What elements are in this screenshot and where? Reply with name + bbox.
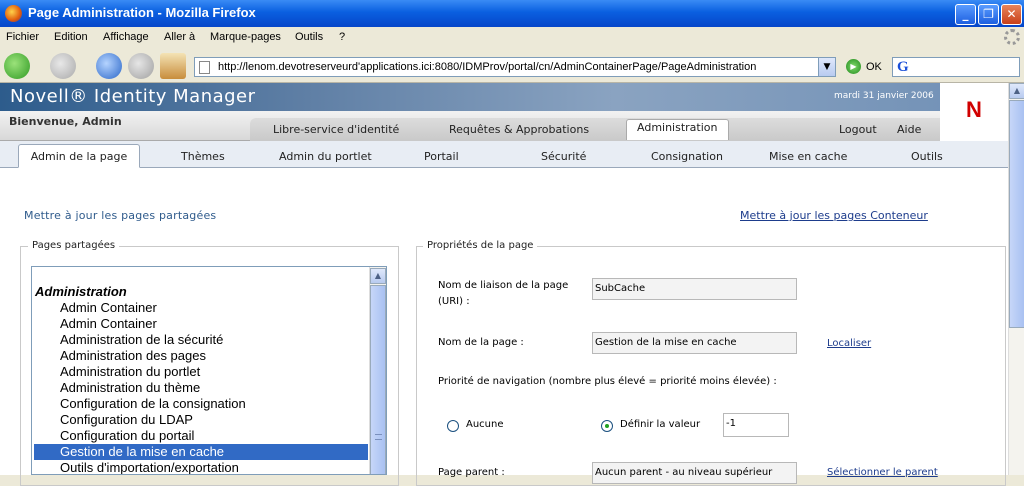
- list-item[interactable]: Gestion de la mise en cache: [34, 444, 368, 460]
- list-item[interactable]: Administration des pages: [34, 348, 368, 364]
- list-item[interactable]: Configuration du LDAP: [34, 412, 368, 428]
- subtab-admin-portlet[interactable]: Admin du portlet: [279, 150, 372, 163]
- subtab-consignation[interactable]: Consignation: [651, 150, 723, 163]
- page-icon: [199, 61, 210, 74]
- restore-button[interactable]: ❐: [978, 4, 999, 25]
- page-name-field[interactable]: Gestion de la mise en cache: [592, 332, 797, 354]
- throbber-icon: [1004, 29, 1020, 45]
- minimize-button[interactable]: _: [955, 4, 976, 25]
- app-banner: Novell® Identity Manager mardi 31 janvie…: [0, 83, 1024, 111]
- go-label[interactable]: OK: [866, 61, 882, 73]
- page-scrollbar[interactable]: ▲: [1008, 83, 1024, 475]
- page-name-label: Nom de la page :: [438, 337, 524, 348]
- radio-none[interactable]: [447, 420, 459, 432]
- brand-title: Novell® Identity Manager: [10, 86, 256, 107]
- tab-libre-service[interactable]: Libre-service d'identité: [273, 123, 399, 136]
- google-icon[interactable]: G: [897, 59, 909, 76]
- subtab-securite[interactable]: Sécurité: [541, 150, 586, 163]
- shared-pages-legend: Pages partagées: [28, 240, 120, 251]
- firefox-icon: [5, 5, 22, 22]
- current-date: mardi 31 janvier 2006: [834, 91, 934, 101]
- uri-field[interactable]: SubCache: [592, 278, 797, 300]
- select-parent-link[interactable]: Sélectionner le parent: [827, 467, 938, 478]
- menu-marque-pages[interactable]: Marque-pages: [210, 31, 281, 43]
- list-item[interactable]: Configuration du portail: [34, 428, 368, 444]
- radio-set-value-label: Définir la valeur: [620, 419, 701, 430]
- menu-aller-a[interactable]: Aller à: [164, 31, 195, 43]
- list-item[interactable]: Administration du thème: [34, 380, 368, 396]
- sub-tab-strip: [0, 141, 1008, 168]
- update-container-pages-link[interactable]: Mettre à jour les pages Conteneur: [740, 209, 928, 222]
- logo-letter: N: [966, 97, 982, 122]
- update-shared-pages-link[interactable]: Mettre à jour les pages partagées: [24, 209, 216, 222]
- subtab-outils[interactable]: Outils: [911, 150, 943, 163]
- window-title: Page Administration - Mozilla Firefox: [28, 5, 256, 20]
- menu-edition[interactable]: Edition: [54, 31, 88, 43]
- parent-page-field[interactable]: Aucun parent - au niveau supérieur: [592, 462, 797, 484]
- welcome-text: Bienvenue, Admin: [9, 115, 122, 128]
- back-icon[interactable]: [4, 53, 30, 79]
- page-scroll-thumb[interactable]: [1009, 100, 1024, 328]
- menu-outils[interactable]: Outils: [295, 31, 323, 43]
- address-bar[interactable]: http://lenom.devotreserveurd'application…: [194, 57, 836, 77]
- list-scrollbar[interactable]: ▲: [369, 267, 386, 474]
- parent-page-label: Page parent :: [438, 467, 505, 478]
- tab-administration[interactable]: Administration: [626, 119, 729, 140]
- reload-icon[interactable]: [96, 53, 122, 79]
- subtab-admin-page[interactable]: Admin de la page: [18, 144, 140, 168]
- list-item[interactable]: Administration du portlet: [34, 364, 368, 380]
- list-item[interactable]: Administration de la sécurité: [34, 332, 368, 348]
- forward-icon[interactable]: [50, 53, 76, 79]
- menu-fichier[interactable]: Fichier: [6, 31, 39, 43]
- subtab-cache[interactable]: Mise en cache: [769, 150, 847, 163]
- search-box[interactable]: G: [892, 57, 1020, 77]
- menu-bar: Fichier Edition Affichage Aller à Marque…: [0, 27, 1024, 47]
- page-scroll-up-icon[interactable]: ▲: [1009, 83, 1024, 99]
- priority-value-field[interactable]: -1: [723, 413, 789, 437]
- close-button[interactable]: ✕: [1001, 4, 1022, 25]
- go-icon[interactable]: ▶: [846, 59, 861, 74]
- uri-label-suffix: (URI) :: [438, 296, 470, 307]
- list-item[interactable]: Admin Container: [34, 316, 368, 332]
- logout-link[interactable]: Logout: [839, 123, 877, 136]
- list-item[interactable]: Admin Container: [34, 300, 368, 316]
- subtab-portail[interactable]: Portail: [424, 150, 459, 163]
- page-properties-legend: Propriétés de la page: [423, 240, 538, 251]
- uri-label: Nom de liaison de la page: [438, 280, 569, 291]
- scroll-thumb[interactable]: [370, 285, 386, 474]
- scroll-up-icon[interactable]: ▲: [370, 268, 386, 284]
- help-link[interactable]: Aide: [897, 123, 921, 136]
- home-icon[interactable]: [160, 53, 186, 79]
- list-item[interactable]: Outils d'importation/exportation: [34, 460, 368, 474]
- radio-set-value[interactable]: [601, 420, 613, 432]
- localize-link[interactable]: Localiser: [827, 338, 871, 349]
- url-text[interactable]: http://lenom.devotreserveurd'application…: [218, 61, 756, 73]
- subtab-themes[interactable]: Thèmes: [181, 150, 225, 163]
- menu-affichage[interactable]: Affichage: [103, 31, 149, 43]
- window-titlebar: Page Administration - Mozilla Firefox _ …: [0, 0, 1024, 27]
- stop-icon[interactable]: [128, 53, 154, 79]
- priority-label: Priorité de navigation (nombre plus élev…: [438, 376, 777, 387]
- list-group-header: Administration: [35, 284, 127, 299]
- url-dropdown-icon[interactable]: ▼: [818, 58, 835, 76]
- menu-help[interactable]: ?: [339, 31, 345, 43]
- tab-requetes[interactable]: Requêtes & Approbations: [449, 123, 589, 136]
- radio-none-label: Aucune: [466, 419, 504, 430]
- list-item[interactable]: Configuration de la consignation: [34, 396, 368, 412]
- shared-pages-list[interactable]: Administration Admin Container Admin Cont…: [31, 266, 387, 475]
